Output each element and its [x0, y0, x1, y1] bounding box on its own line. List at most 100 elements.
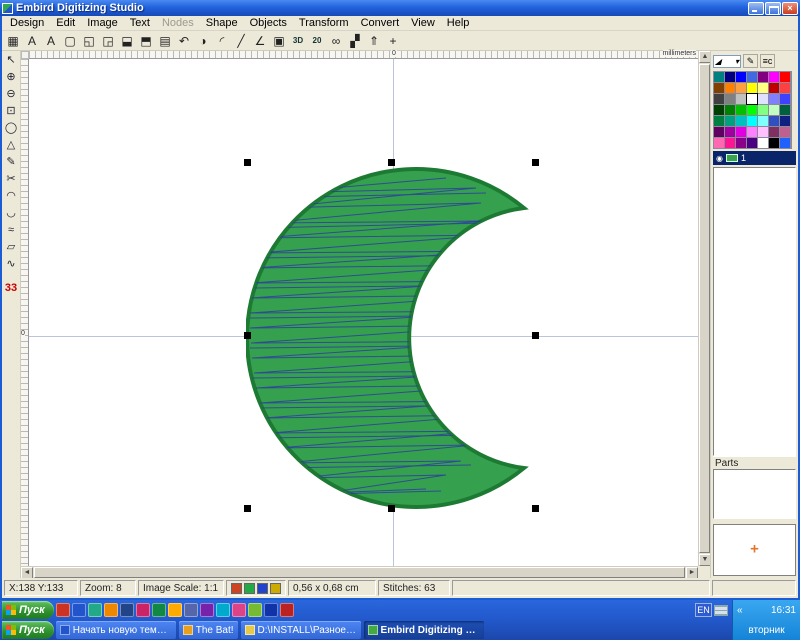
- palette-color[interactable]: [725, 105, 735, 115]
- new-document-icon[interactable]: ▢: [61, 32, 79, 49]
- menu-item[interactable]: Transform: [293, 17, 355, 29]
- palette-color[interactable]: [780, 138, 790, 148]
- title-bar[interactable]: Embird Digitizing Studio ×: [0, 0, 800, 16]
- selection-handle-ne[interactable]: [532, 159, 539, 166]
- status-icon[interactable]: [257, 583, 268, 594]
- selection-handle-w[interactable]: [244, 332, 251, 339]
- selection-handle-n[interactable]: [388, 159, 395, 166]
- menu-item[interactable]: Convert: [355, 17, 406, 29]
- palette-color[interactable]: [736, 138, 746, 148]
- glasses-icon[interactable]: ∞: [327, 32, 345, 49]
- palette-color[interactable]: [725, 116, 735, 126]
- palette-color[interactable]: [714, 105, 724, 115]
- maximize-button[interactable]: [765, 2, 781, 15]
- grid-icon[interactable]: ▦: [4, 32, 22, 49]
- gradient-dropdown[interactable]: ◢ ▾: [713, 55, 741, 68]
- palette-color[interactable]: [725, 72, 735, 82]
- palette-color[interactable]: [780, 72, 790, 82]
- palette-color[interactable]: [780, 94, 790, 104]
- object-list[interactable]: [713, 167, 796, 456]
- arc-tool-icon[interactable]: ◜: [213, 32, 231, 49]
- menu-item[interactable]: Nodes: [156, 17, 200, 29]
- selection-handle-e[interactable]: [532, 332, 539, 339]
- task-button[interactable]: The Bat!: [179, 621, 238, 639]
- visibility-eye-icon[interactable]: ◉: [716, 154, 723, 163]
- selection-handle-sw[interactable]: [244, 505, 251, 512]
- start-button-secondary[interactable]: Пуск: [2, 621, 54, 639]
- quick-launch-icon[interactable]: [184, 603, 198, 617]
- palette-color[interactable]: [758, 72, 768, 82]
- palette-color[interactable]: [758, 127, 768, 137]
- palette-color[interactable]: [758, 94, 768, 104]
- palette-color[interactable]: [714, 138, 724, 148]
- palette-color[interactable]: [714, 127, 724, 137]
- open-folder-icon[interactable]: ◱: [80, 32, 98, 49]
- quick-launch-icon[interactable]: [88, 603, 102, 617]
- node-edit-icon[interactable]: ▣: [270, 32, 288, 49]
- menu-item[interactable]: View: [405, 17, 441, 29]
- palette-color[interactable]: [714, 72, 724, 82]
- language-indicator[interactable]: EN: [695, 603, 712, 617]
- quick-launch-icon[interactable]: [264, 603, 278, 617]
- arc-up-tool[interactable]: ◠: [3, 187, 20, 204]
- export-icon[interactable]: ⬒: [137, 32, 155, 49]
- palette-color[interactable]: [769, 105, 779, 115]
- view-3d-button[interactable]: 3D: [289, 32, 307, 49]
- text-icon[interactable]: A: [42, 32, 60, 49]
- palette-color[interactable]: [780, 105, 790, 115]
- palette-color[interactable]: [747, 105, 757, 115]
- palette-color[interactable]: [736, 94, 746, 104]
- clock-time[interactable]: 16:31: [746, 605, 796, 616]
- undo-icon[interactable]: ↶: [175, 32, 193, 49]
- minimize-button[interactable]: [748, 2, 764, 15]
- keyboard-icon[interactable]: [714, 605, 728, 616]
- quick-launch-icon[interactable]: [72, 603, 86, 617]
- palette-color[interactable]: [758, 116, 768, 126]
- zoom-out-tool[interactable]: ⊖: [3, 85, 20, 102]
- layer-row[interactable]: ◉ 1: [713, 151, 796, 165]
- quick-launch-icon[interactable]: [152, 603, 166, 617]
- selection-handle-s[interactable]: [388, 505, 395, 512]
- palette-color[interactable]: [769, 116, 779, 126]
- raise-icon[interactable]: ⇑: [365, 32, 383, 49]
- palette-color[interactable]: [736, 105, 746, 115]
- quick-launch-icon[interactable]: [280, 603, 294, 617]
- parts-list[interactable]: [713, 469, 796, 519]
- palette-color[interactable]: [769, 72, 779, 82]
- column-tool[interactable]: ▱: [3, 238, 20, 255]
- text-bold-icon[interactable]: A: [23, 32, 41, 49]
- palette-color[interactable]: [747, 116, 757, 126]
- start-button[interactable]: Пуск: [2, 601, 54, 619]
- import-icon[interactable]: ◲: [99, 32, 117, 49]
- zoom-in-tool[interactable]: ⊕: [3, 68, 20, 85]
- quick-launch-icon[interactable]: [120, 603, 134, 617]
- palette-color[interactable]: [758, 105, 768, 115]
- palette-mode-button[interactable]: ≡c: [760, 54, 775, 68]
- thread-pen-button[interactable]: ✎: [743, 54, 758, 68]
- palette-color[interactable]: [747, 94, 757, 104]
- palette-color[interactable]: [725, 94, 735, 104]
- vertical-scrollbar[interactable]: ▲ ▼: [698, 51, 710, 566]
- palette-color[interactable]: [725, 127, 735, 137]
- palette-color[interactable]: [780, 116, 790, 126]
- palette-color[interactable]: [747, 127, 757, 137]
- curve-tool[interactable]: ∿: [3, 255, 20, 272]
- line-tool-icon[interactable]: ╱: [232, 32, 250, 49]
- quick-launch-icon[interactable]: [200, 603, 214, 617]
- task-button[interactable]: D:\INSTALL\Разное\Embird: [241, 621, 361, 639]
- menu-item[interactable]: Design: [4, 17, 50, 29]
- palette-color[interactable]: [736, 83, 746, 93]
- palette-color[interactable]: [769, 127, 779, 137]
- task-button[interactable]: Embird Digitizing Stud...: [364, 621, 484, 639]
- palette-color[interactable]: [736, 116, 746, 126]
- ellipse-tool[interactable]: ◯: [3, 119, 20, 136]
- quick-launch-icon[interactable]: [168, 603, 182, 617]
- menu-item[interactable]: Objects: [244, 17, 293, 29]
- palette-color[interactable]: [769, 83, 779, 93]
- quick-launch-icon[interactable]: [136, 603, 150, 617]
- palette-color[interactable]: [714, 83, 724, 93]
- view-20-button[interactable]: 20: [308, 32, 326, 49]
- save-icon[interactable]: ⬓: [118, 32, 136, 49]
- pencil-tool[interactable]: ✎: [3, 153, 20, 170]
- ellipse-tool-icon[interactable]: ◑: [194, 32, 212, 49]
